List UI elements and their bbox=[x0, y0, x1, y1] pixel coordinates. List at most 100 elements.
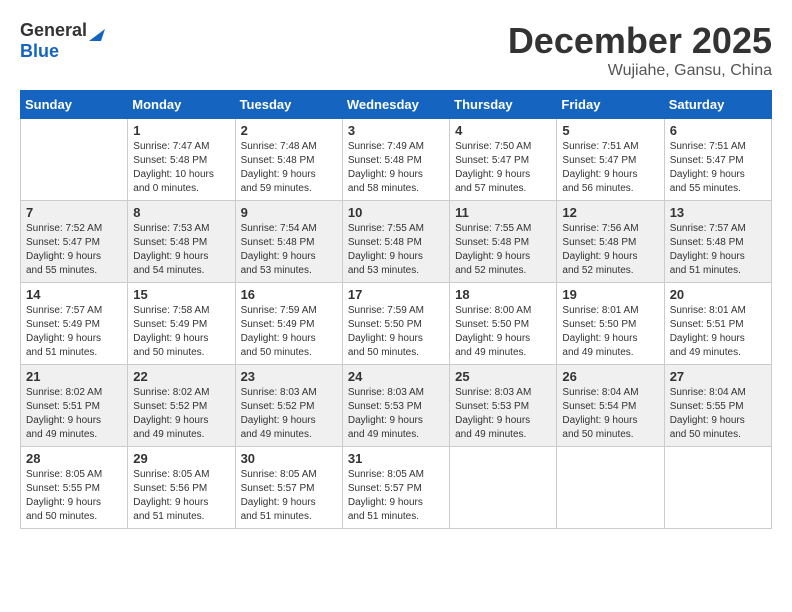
day-number: 9 bbox=[241, 205, 337, 220]
calendar-week-row: 1 Sunrise: 7:47 AM Sunset: 5:48 PM Daylig… bbox=[21, 119, 772, 201]
day-info: Sunrise: 8:01 AM Sunset: 5:51 PM Dayligh… bbox=[670, 304, 766, 360]
day-number: 26 bbox=[562, 369, 658, 384]
day-number: 18 bbox=[455, 287, 551, 302]
logo-blue: Blue bbox=[20, 41, 59, 62]
day-number: 29 bbox=[133, 451, 229, 466]
calendar-cell: 28 Sunrise: 8:05 AM Sunset: 5:55 PM Dayli… bbox=[21, 447, 128, 529]
day-info: Sunrise: 7:58 AM Sunset: 5:49 PM Dayligh… bbox=[133, 304, 229, 360]
calendar-day-header: Thursday bbox=[450, 91, 557, 119]
day-info: Sunrise: 7:57 AM Sunset: 5:48 PM Dayligh… bbox=[670, 222, 766, 278]
day-number: 10 bbox=[348, 205, 444, 220]
day-number: 2 bbox=[241, 123, 337, 138]
calendar-cell: 3Sunrise: 7:49 AM Sunset: 5:48 PM Daylig… bbox=[342, 119, 449, 201]
calendar-cell: 14 Sunrise: 7:57 AM Sunset: 5:49 PM Dayli… bbox=[21, 283, 128, 365]
calendar-cell: 15 Sunrise: 7:58 AM Sunset: 5:49 PM Dayli… bbox=[128, 283, 235, 365]
calendar-week-row: 21 Sunrise: 8:02 AM Sunset: 5:51 PM Dayli… bbox=[21, 365, 772, 447]
calendar-cell: 20 Sunrise: 8:01 AM Sunset: 5:51 PM Dayli… bbox=[664, 283, 771, 365]
day-number: 15 bbox=[133, 287, 229, 302]
calendar-cell: 17 Sunrise: 7:59 AM Sunset: 5:50 PM Dayli… bbox=[342, 283, 449, 365]
calendar-cell: 2 Sunrise: 7:48 AM Sunset: 5:48 PM Daylig… bbox=[235, 119, 342, 201]
calendar-cell: 5Sunrise: 7:51 AM Sunset: 5:47 PM Daylig… bbox=[557, 119, 664, 201]
day-info: Sunrise: 7:50 AM Sunset: 5:47 PM Dayligh… bbox=[455, 140, 551, 196]
day-number: 14 bbox=[26, 287, 122, 302]
day-info: Sunrise: 8:05 AM Sunset: 5:56 PM Dayligh… bbox=[133, 468, 229, 524]
day-info: Sunrise: 7:57 AM Sunset: 5:49 PM Dayligh… bbox=[26, 304, 122, 360]
calendar-cell: 8 Sunrise: 7:53 AM Sunset: 5:48 PM Daylig… bbox=[128, 201, 235, 283]
day-info: Sunrise: 7:54 AM Sunset: 5:48 PM Dayligh… bbox=[241, 222, 337, 278]
day-number: 24 bbox=[348, 369, 444, 384]
calendar-cell: 9 Sunrise: 7:54 AM Sunset: 5:48 PM Daylig… bbox=[235, 201, 342, 283]
day-info: Sunrise: 8:03 AM Sunset: 5:52 PM Dayligh… bbox=[241, 386, 337, 442]
day-info: Sunrise: 8:03 AM Sunset: 5:53 PM Dayligh… bbox=[348, 386, 444, 442]
day-number: 16 bbox=[241, 287, 337, 302]
day-number: 13 bbox=[670, 205, 766, 220]
day-info: Sunrise: 8:05 AM Sunset: 5:55 PM Dayligh… bbox=[26, 468, 122, 524]
day-number: 31 bbox=[348, 451, 444, 466]
day-number: 12 bbox=[562, 205, 658, 220]
day-info: Sunrise: 7:55 AM Sunset: 5:48 PM Dayligh… bbox=[348, 222, 444, 278]
day-number: 3 bbox=[348, 123, 444, 138]
calendar-cell bbox=[557, 447, 664, 529]
day-info: Sunrise: 8:04 AM Sunset: 5:55 PM Dayligh… bbox=[670, 386, 766, 442]
calendar-cell: 25 Sunrise: 8:03 AM Sunset: 5:53 PM Dayli… bbox=[450, 365, 557, 447]
day-info: Sunrise: 8:02 AM Sunset: 5:52 PM Dayligh… bbox=[133, 386, 229, 442]
day-info: Sunrise: 7:53 AM Sunset: 5:48 PM Dayligh… bbox=[133, 222, 229, 278]
day-info: Sunrise: 7:51 AM Sunset: 5:47 PM Dayligh… bbox=[562, 140, 658, 196]
calendar-day-header: Saturday bbox=[664, 91, 771, 119]
calendar-cell bbox=[450, 447, 557, 529]
calendar-cell: 29 Sunrise: 8:05 AM Sunset: 5:56 PM Dayli… bbox=[128, 447, 235, 529]
day-info: Sunrise: 7:51 AM Sunset: 5:47 PM Dayligh… bbox=[670, 140, 766, 196]
day-number: 8 bbox=[133, 205, 229, 220]
day-info: Sunrise: 8:02 AM Sunset: 5:51 PM Dayligh… bbox=[26, 386, 122, 442]
day-number: 6 bbox=[670, 123, 766, 138]
month-title: December 2025 bbox=[508, 20, 772, 62]
day-info: Sunrise: 7:55 AM Sunset: 5:48 PM Dayligh… bbox=[455, 222, 551, 278]
calendar-cell: 23 Sunrise: 8:03 AM Sunset: 5:52 PM Dayli… bbox=[235, 365, 342, 447]
page-header: General Blue December 2025 Wujiahe, Gans… bbox=[20, 20, 772, 80]
title-block: December 2025 Wujiahe, Gansu, China bbox=[508, 20, 772, 80]
day-info: Sunrise: 7:59 AM Sunset: 5:50 PM Dayligh… bbox=[348, 304, 444, 360]
day-info: Sunrise: 7:47 AM Sunset: 5:48 PM Dayligh… bbox=[133, 140, 229, 196]
calendar-cell: 24 Sunrise: 8:03 AM Sunset: 5:53 PM Dayli… bbox=[342, 365, 449, 447]
calendar-cell: 16 Sunrise: 7:59 AM Sunset: 5:49 PM Dayli… bbox=[235, 283, 342, 365]
calendar-cell: 4 Sunrise: 7:50 AM Sunset: 5:47 PM Daylig… bbox=[450, 119, 557, 201]
day-number: 23 bbox=[241, 369, 337, 384]
day-number: 21 bbox=[26, 369, 122, 384]
calendar-cell: 19 Sunrise: 8:01 AM Sunset: 5:50 PM Dayli… bbox=[557, 283, 664, 365]
logo: General Blue bbox=[20, 20, 105, 62]
day-info: Sunrise: 8:05 AM Sunset: 5:57 PM Dayligh… bbox=[348, 468, 444, 524]
day-info: Sunrise: 7:48 AM Sunset: 5:48 PM Dayligh… bbox=[241, 140, 337, 196]
day-info: Sunrise: 8:05 AM Sunset: 5:57 PM Dayligh… bbox=[241, 468, 337, 524]
day-info: Sunrise: 7:52 AM Sunset: 5:47 PM Dayligh… bbox=[26, 222, 122, 278]
day-number: 1 bbox=[133, 123, 229, 138]
calendar-cell: 12Sunrise: 7:56 AM Sunset: 5:48 PM Dayli… bbox=[557, 201, 664, 283]
calendar-cell: 18 Sunrise: 8:00 AM Sunset: 5:50 PM Dayli… bbox=[450, 283, 557, 365]
calendar-week-row: 14 Sunrise: 7:57 AM Sunset: 5:49 PM Dayli… bbox=[21, 283, 772, 365]
day-number: 11 bbox=[455, 205, 551, 220]
calendar-cell: 22 Sunrise: 8:02 AM Sunset: 5:52 PM Dayli… bbox=[128, 365, 235, 447]
day-info: Sunrise: 8:01 AM Sunset: 5:50 PM Dayligh… bbox=[562, 304, 658, 360]
location-subtitle: Wujiahe, Gansu, China bbox=[508, 62, 772, 80]
calendar-cell: 27 Sunrise: 8:04 AM Sunset: 5:55 PM Dayli… bbox=[664, 365, 771, 447]
day-info: Sunrise: 8:03 AM Sunset: 5:53 PM Dayligh… bbox=[455, 386, 551, 442]
day-number: 20 bbox=[670, 287, 766, 302]
calendar-day-header: Tuesday bbox=[235, 91, 342, 119]
calendar-cell: 1 Sunrise: 7:47 AM Sunset: 5:48 PM Daylig… bbox=[128, 119, 235, 201]
calendar-cell: 7Sunrise: 7:52 AM Sunset: 5:47 PM Daylig… bbox=[21, 201, 128, 283]
day-number: 28 bbox=[26, 451, 122, 466]
day-info: Sunrise: 7:59 AM Sunset: 5:49 PM Dayligh… bbox=[241, 304, 337, 360]
day-number: 22 bbox=[133, 369, 229, 384]
calendar-day-header: Monday bbox=[128, 91, 235, 119]
day-info: Sunrise: 8:00 AM Sunset: 5:50 PM Dayligh… bbox=[455, 304, 551, 360]
day-number: 19 bbox=[562, 287, 658, 302]
calendar-day-header: Friday bbox=[557, 91, 664, 119]
day-number: 4 bbox=[455, 123, 551, 138]
day-number: 27 bbox=[670, 369, 766, 384]
calendar-header-row: SundayMondayTuesdayWednesdayThursdayFrid… bbox=[21, 91, 772, 119]
day-number: 17 bbox=[348, 287, 444, 302]
calendar-table: SundayMondayTuesdayWednesdayThursdayFrid… bbox=[20, 90, 772, 529]
calendar-cell bbox=[21, 119, 128, 201]
day-info: Sunrise: 8:04 AM Sunset: 5:54 PM Dayligh… bbox=[562, 386, 658, 442]
calendar-day-header: Wednesday bbox=[342, 91, 449, 119]
day-number: 25 bbox=[455, 369, 551, 384]
